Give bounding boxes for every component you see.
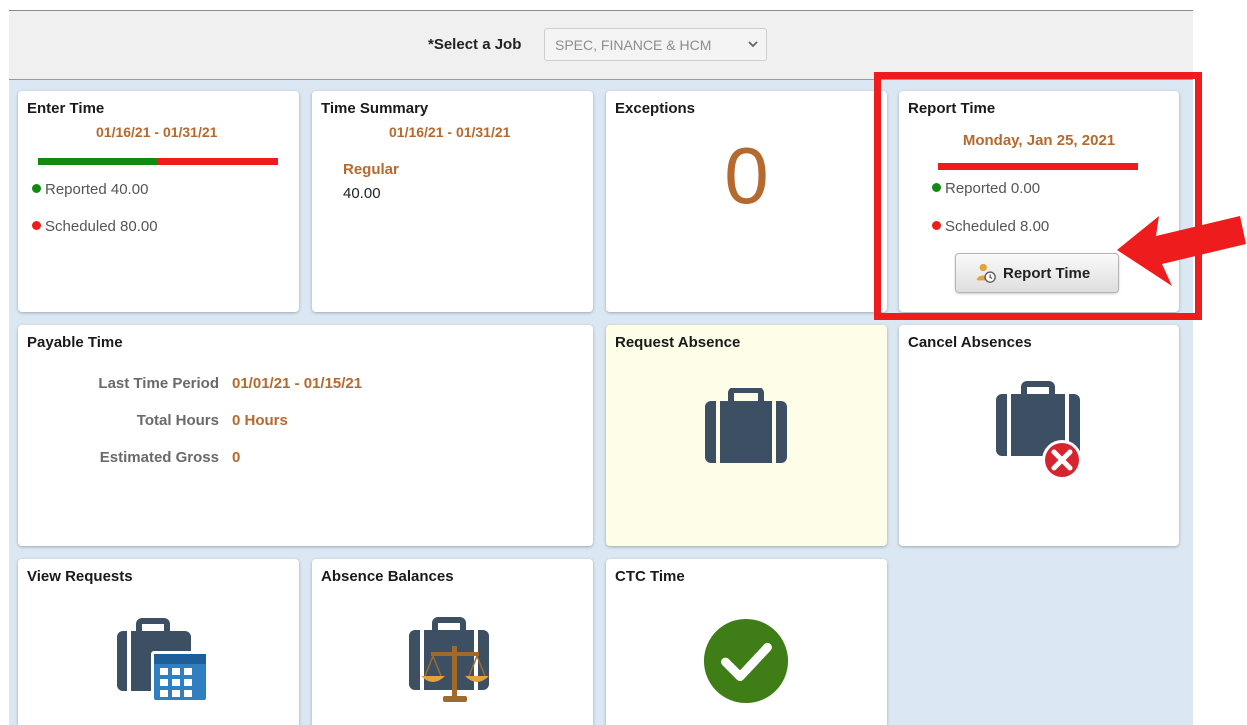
scheduled-legend: Scheduled 8.00 — [932, 218, 1049, 235]
job-selector-bar: *Select a Job SPEC, FINANCE & HCM — [9, 10, 1193, 80]
tile-title: CTC Time — [615, 568, 685, 585]
tile-title: Absence Balances — [321, 568, 454, 585]
date-range: 01/16/21 - 01/31/21 — [389, 124, 511, 140]
estimated-gross-value: 0 — [232, 449, 241, 466]
hours-progress-bar — [938, 163, 1138, 170]
briefcase-calendar-icon — [117, 618, 209, 703]
payable-time-tile[interactable]: Payable Time Last Time Period 01/01/21 -… — [18, 325, 593, 546]
tile-title: Enter Time — [27, 100, 105, 117]
reported-hours: Reported 40.00 — [45, 181, 149, 198]
cancel-absences-tile[interactable]: Cancel Absences — [899, 325, 1179, 546]
briefcase-icon — [705, 388, 787, 463]
tile-title: Exceptions — [615, 100, 696, 117]
red-dot-icon — [932, 221, 941, 230]
green-dot-icon — [932, 183, 941, 192]
hours-category: Regular — [343, 161, 399, 178]
total-hours-value: 0 Hours — [232, 412, 288, 429]
last-time-period-label: Last Time Period — [98, 375, 219, 392]
report-time-button[interactable]: Report Time — [955, 253, 1119, 293]
reported-legend: Reported 0.00 — [932, 180, 1040, 197]
job-select-value: SPEC, FINANCE & HCM — [555, 37, 712, 53]
scheduled-hours: Scheduled 8.00 — [945, 218, 1050, 235]
exceptions-count: 0 — [724, 131, 769, 220]
report-time-button-label: Report Time — [1003, 265, 1091, 282]
job-select-dropdown[interactable]: SPEC, FINANCE & HCM — [544, 28, 767, 61]
hours-value: 40.00 — [343, 185, 381, 202]
scheduled-legend: Scheduled 80.00 — [32, 218, 158, 235]
tile-title: Report Time — [908, 100, 996, 117]
hours-progress-fill — [38, 158, 158, 165]
green-dot-icon — [32, 184, 41, 193]
tile-title: Request Absence — [615, 334, 741, 351]
estimated-gross-label: Estimated Gross — [99, 449, 219, 466]
total-hours-label: Total Hours — [136, 412, 219, 429]
enter-time-tile[interactable]: Enter Time 01/16/21 - 01/31/21 Reported … — [18, 91, 299, 312]
time-summary-tile[interactable]: Time Summary 01/16/21 - 01/31/21 Regular… — [312, 91, 593, 312]
tile-title: Time Summary — [321, 100, 429, 117]
tile-title: Cancel Absences — [908, 334, 1032, 351]
date-range: 01/16/21 - 01/31/21 — [96, 124, 218, 140]
hours-progress-bar — [38, 158, 278, 165]
tile-title: View Requests — [27, 568, 133, 585]
job-select-label: *Select a Job — [428, 36, 522, 53]
ctc-time-tile[interactable]: CTC Time — [606, 559, 887, 725]
view-requests-tile[interactable]: View Requests — [18, 559, 299, 725]
exceptions-tile[interactable]: Exceptions 0 — [606, 91, 887, 312]
report-date: Monday, Jan 25, 2021 — [962, 132, 1116, 149]
red-dot-icon — [32, 221, 41, 230]
user-clock-icon — [976, 263, 996, 283]
last-time-period-value: 01/01/21 - 01/15/21 — [232, 375, 363, 392]
check-circle-icon — [703, 618, 789, 704]
briefcase-scale-icon — [409, 617, 489, 702]
tile-title: Payable Time — [27, 334, 123, 351]
scheduled-hours: Scheduled 80.00 — [45, 218, 158, 235]
reported-legend: Reported 40.00 — [32, 181, 148, 198]
report-time-tile: Report Time Monday, Jan 25, 2021 Reporte… — [899, 91, 1179, 312]
time-dashboard: *Select a Job SPEC, FINANCE & HCM Enter … — [9, 10, 1193, 725]
request-absence-tile[interactable]: Request Absence — [606, 325, 887, 546]
briefcase-cancel-icon — [996, 381, 1082, 480]
chevron-down-icon — [748, 41, 758, 48]
absence-balances-tile[interactable]: Absence Balances — [312, 559, 593, 725]
reported-hours: Reported 0.00 — [945, 180, 1041, 197]
